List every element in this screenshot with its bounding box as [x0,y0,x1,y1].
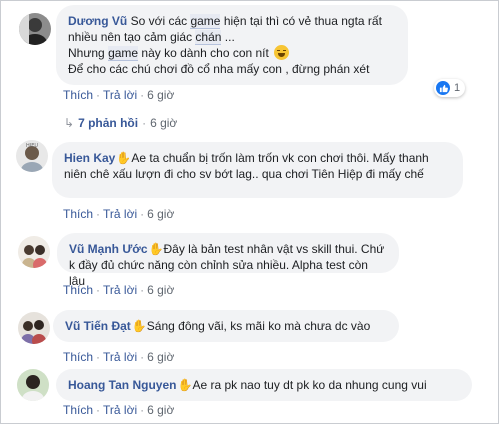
reply-arrow-icon: ↳ [64,116,75,130]
avatar[interactable] [19,13,51,45]
comment-actions: Thích · Trả lời · 6 giờ [63,283,175,297]
waving-hand-icon: ✋ [177,378,193,392]
like-button[interactable]: Thích [63,207,93,221]
waving-hand-icon: ✋ [148,242,164,256]
comment-text: Sáng đông vãi, ks mãi ko mà chưa dc vào [146,319,371,333]
comment-bubble: Dương Vũ So với các game hiện tại thì có… [56,5,408,85]
comment-timestamp[interactable]: 6 giờ [147,350,174,364]
comment-bubble: Vũ Mạnh Ước✋Đây là bản test nhân vật vs … [57,233,399,288]
comment-timestamp[interactable]: 6 giờ [147,403,174,417]
comment-actions: Thích · Trả lời · 6 giờ [63,88,175,102]
comments-panel: Dương Vũ So với các game hiện tại thì có… [0,0,499,424]
reply-button[interactable]: Trả lời [103,403,137,417]
like-button[interactable]: Thích [63,350,93,364]
like-button[interactable]: Thích [63,88,93,102]
laughing-emoji-icon [274,45,290,60]
like-button[interactable]: Thích [63,283,93,297]
comment-author[interactable]: Vũ Tiến Đạt [65,319,131,333]
avatar[interactable]: HIEU [16,140,48,172]
comment-timestamp[interactable]: 6 giờ [147,283,174,297]
comment-bubble: Vũ Tiến Đạt✋Sáng đông vãi, ks mãi ko mà … [53,310,399,342]
replies-timestamp: 6 giờ [150,116,178,130]
comment-actions: Thích · Trả lời · 6 giờ [63,207,175,221]
hashtag-link[interactable]: game [190,14,221,29]
comment-timestamp[interactable]: 6 giờ [147,88,174,102]
reaction-count[interactable]: 1 [434,79,466,97]
comment-actions: Thích · Trả lời · 6 giờ [63,403,175,417]
reply-button[interactable]: Trả lời [103,350,137,364]
comment-author[interactable]: Dương Vũ [68,14,127,28]
like-icon [436,81,450,95]
comment-timestamp[interactable]: 6 giờ [147,207,174,221]
like-button[interactable]: Thích [63,403,93,417]
svg-text:HIEU: HIEU [26,143,38,149]
avatar[interactable] [17,369,49,401]
view-replies-link[interactable]: 7 phản hồi [78,116,138,130]
comment-author[interactable]: Hien Kay [64,151,115,165]
hashtag-link[interactable]: chán [195,30,222,45]
waving-hand-icon: ✋ [116,151,132,165]
reply-button[interactable]: Trả lời [103,207,137,221]
comment-bubble: Hoang Tan Nguyen✋Ae ra pk nao tuy dt pk … [56,369,472,401]
view-replies[interactable]: ↳ 7 phản hồi · 6 giờ [64,116,177,130]
reply-button[interactable]: Trả lời [103,283,137,297]
comment-text: Ae ra pk nao tuy dt pk ko da nhung cung … [192,378,427,392]
reply-button[interactable]: Trả lời [103,88,137,102]
waving-hand-icon: ✋ [131,319,147,333]
comment-actions: Thích · Trả lời · 6 giờ [63,350,175,364]
avatar[interactable] [18,312,50,344]
comment-author[interactable]: Hoang Tan Nguyen [68,378,176,392]
comment-bubble: Hien Kay✋Ae ta chuẩn bị trốn làm trốn vk… [52,142,463,198]
comment-author[interactable]: Vũ Mạnh Ước [69,242,148,256]
hashtag-link[interactable]: game [108,46,139,61]
avatar[interactable] [18,236,50,268]
